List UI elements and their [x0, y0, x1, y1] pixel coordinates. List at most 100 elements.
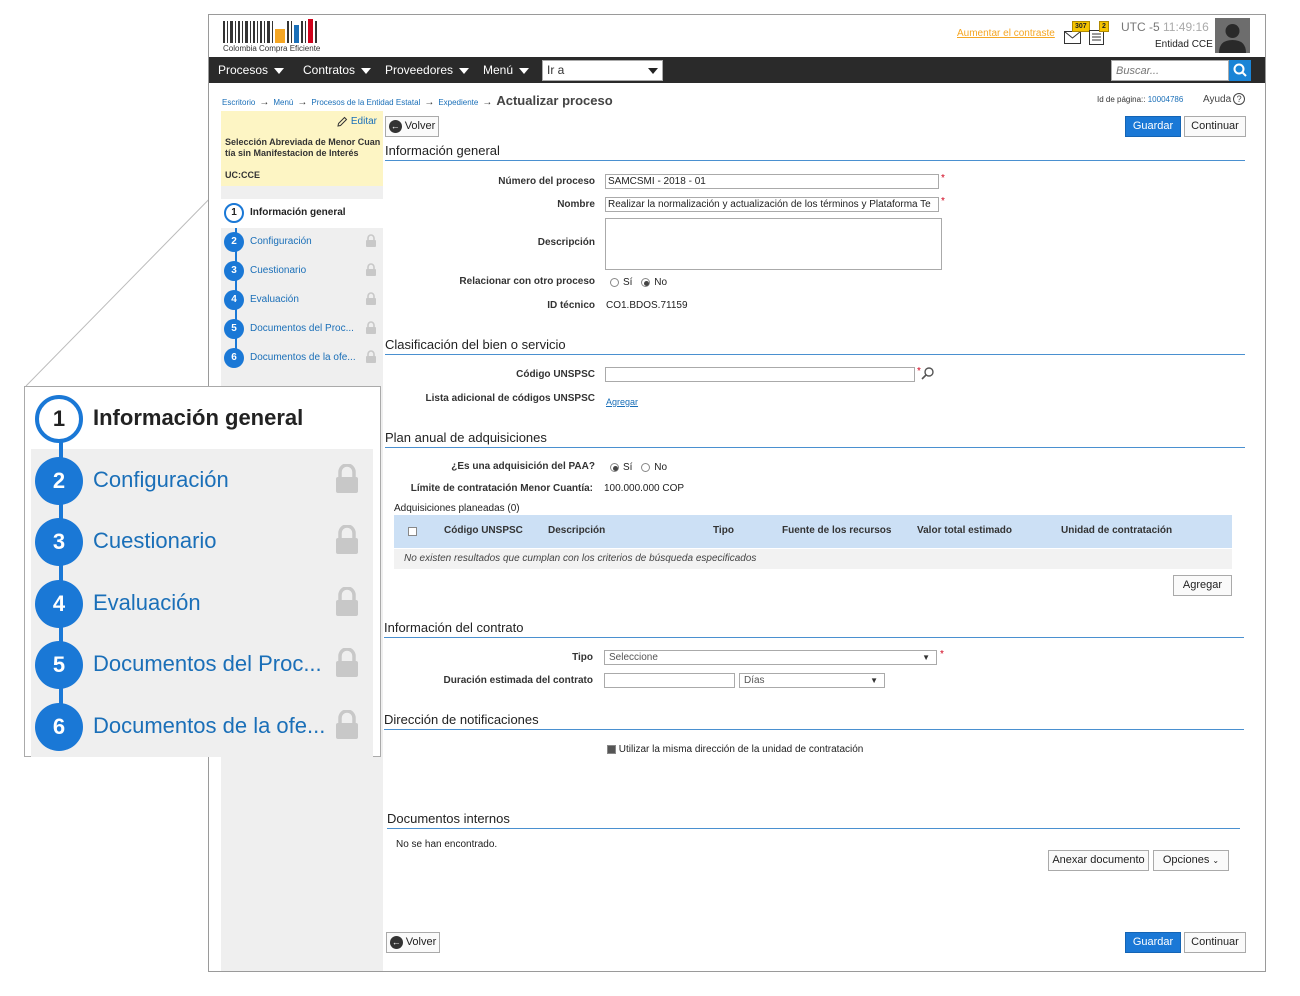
- continue-button-top[interactable]: Continuar: [1184, 116, 1246, 137]
- duration-label: Duración estimada del contrato: [443, 675, 593, 686]
- step-configuracion[interactable]: 2 Configuración: [221, 228, 383, 257]
- zoom-step-cuestionario[interactable]: 3 Cuestionario: [35, 511, 381, 573]
- breadcrumb: Escritorio → Menú → Procesos de la Entidad E…: [222, 93, 613, 108]
- search-input[interactable]: [1111, 60, 1229, 81]
- col-funding-source[interactable]: Fuente de los recursos: [782, 525, 891, 536]
- col-type[interactable]: Tipo: [713, 525, 734, 536]
- back-button-top[interactable]: ← Volver: [385, 116, 439, 137]
- acquisitions-table-header: Código UNSPSC Descripción Tipo Fuente de…: [394, 515, 1232, 548]
- zoom-step-label: Configuración: [93, 467, 229, 492]
- back-button-bottom[interactable]: ← Volver: [386, 932, 440, 953]
- step-label: Información general: [250, 207, 346, 218]
- type-select-value: Seleccione: [609, 652, 658, 663]
- chevron-down-icon: [648, 68, 658, 74]
- step-informacion-general[interactable]: 1 Información general: [221, 199, 383, 228]
- logo-barcode-icon: [223, 19, 317, 43]
- nav-proveedores[interactable]: Proveedores: [385, 57, 470, 83]
- avatar[interactable]: [1215, 18, 1250, 53]
- zoom-step-label: Evaluación: [93, 590, 201, 615]
- zoom-step-configuracion[interactable]: 2 Configuración: [35, 450, 381, 512]
- duration-field[interactable]: [604, 673, 735, 688]
- internal-docs-empty: No se han encontrado.: [396, 839, 498, 850]
- extra-unspsc-label: Lista adicional de códigos UNSPSC: [425, 393, 595, 404]
- chevron-down-icon: ▼: [922, 653, 930, 662]
- help-link[interactable]: Ayuda?: [1203, 93, 1246, 105]
- col-estimated-value[interactable]: Valor total estimado: [917, 525, 1012, 536]
- add-acquisition-button[interactable]: Agregar: [1173, 575, 1232, 596]
- page-id-label: Id de página::: [1097, 95, 1146, 104]
- crumb-menu[interactable]: Menú: [273, 98, 293, 107]
- relate-no-radio[interactable]: [641, 277, 651, 287]
- tasks-notification[interactable]: 2: [1089, 21, 1111, 45]
- same-address-checkbox[interactable]: [607, 744, 616, 754]
- edit-button[interactable]: Editar: [337, 116, 377, 127]
- relate-no-label: No: [654, 277, 668, 288]
- nav-proveedores-label: Proveedores: [385, 63, 454, 77]
- clock: UTC -5 11:49:16: [1121, 20, 1209, 34]
- type-select[interactable]: Seleccione ▼: [604, 650, 937, 665]
- arrow-right-icon: →: [297, 97, 308, 108]
- zoom-step-documentos-proceso[interactable]: 5 Documentos del Proc...: [35, 634, 381, 696]
- save-button-top[interactable]: Guardar: [1125, 116, 1181, 137]
- limit-label: Límite de contratación Menor Cuantía:: [410, 483, 593, 494]
- table-empty-row: No existen resultados que cumplan con lo…: [394, 549, 1232, 569]
- select-all-checkbox[interactable]: [408, 527, 417, 536]
- search-icon: [1233, 63, 1247, 77]
- name-field[interactable]: Realizar la normalización y actualizació…: [605, 197, 939, 212]
- process-type: Selección Abreviada de Menor Cuantía sin…: [225, 137, 381, 158]
- search-button[interactable]: [1229, 60, 1251, 81]
- nav-contratos-label: Contratos: [303, 63, 356, 77]
- lock-icon: [336, 525, 358, 554]
- step-number: 5: [224, 319, 244, 339]
- paa-no-radio[interactable]: [641, 462, 651, 472]
- col-unspsc[interactable]: Código UNSPSC: [444, 525, 523, 536]
- attach-document-button[interactable]: Anexar documento: [1048, 850, 1149, 871]
- options-button[interactable]: Opciones ⌄: [1153, 850, 1229, 871]
- zoom-step-documentos-oferta[interactable]: 6 Documentos de la ofe...: [35, 696, 381, 758]
- crumb-escritorio[interactable]: Escritorio: [222, 98, 255, 107]
- crumb-expediente[interactable]: Expediente: [438, 98, 478, 107]
- zoom-step-informacion-general[interactable]: 1 Información general: [35, 388, 381, 450]
- pencil-icon: [337, 116, 348, 127]
- goto-select[interactable]: Ir a: [542, 60, 663, 81]
- col-description[interactable]: Descripción: [548, 525, 605, 536]
- magnifier-icon[interactable]: [921, 366, 935, 380]
- number-field[interactable]: SAMCSMI - 2018 - 01: [605, 174, 939, 189]
- nav-menu[interactable]: Menú: [483, 57, 530, 83]
- relate-yes-radio[interactable]: [610, 277, 619, 287]
- add-unspsc-link[interactable]: Agregar: [606, 397, 638, 407]
- section-paa-title: Plan anual de adquisiciones: [385, 430, 1245, 448]
- paa-question: ¿Es una adquisición del PAA?: [451, 461, 595, 472]
- crumb-procesos[interactable]: Procesos de la Entidad Estatal: [311, 98, 420, 107]
- zoom-step-number: 1: [35, 395, 83, 443]
- tasks-count-badge: 2: [1099, 21, 1109, 32]
- nav-procesos[interactable]: Procesos: [218, 57, 285, 83]
- mail-notification[interactable]: 307: [1064, 21, 1090, 45]
- description-field[interactable]: [605, 218, 942, 270]
- step-cuestionario[interactable]: 3 Cuestionario: [221, 257, 383, 286]
- unspsc-field[interactable]: [605, 367, 915, 382]
- continue-button-bottom[interactable]: Continuar: [1184, 932, 1246, 953]
- step-documentos-proceso[interactable]: 5 Documentos del Proc...: [221, 315, 383, 344]
- step-evaluacion[interactable]: 4 Evaluación: [221, 286, 383, 315]
- contrast-link[interactable]: Aumentar el contraste: [957, 28, 1055, 39]
- step-number: 4: [224, 290, 244, 310]
- page-id-value[interactable]: 10004786: [1148, 95, 1184, 104]
- duration-unit-select[interactable]: Días ▼: [739, 673, 885, 688]
- save-button-bottom[interactable]: Guardar: [1125, 932, 1181, 953]
- chevron-down-icon: [459, 67, 470, 74]
- paa-yes-radio[interactable]: [610, 462, 619, 472]
- nav-contratos[interactable]: Contratos: [303, 57, 372, 83]
- step-label: Documentos de la ofe...: [250, 352, 356, 363]
- lock-icon: [366, 350, 376, 363]
- mail-count-badge: 307: [1072, 21, 1090, 32]
- logo[interactable]: Colombia Compra Eficiente: [223, 19, 323, 53]
- duration-unit-value: Días: [744, 675, 765, 686]
- relate-label: Relacionar con otro proceso: [459, 276, 595, 287]
- step-number: 1: [224, 203, 244, 223]
- description-label: Descripción: [537, 237, 595, 248]
- step-documentos-oferta[interactable]: 6 Documentos de la ofe...: [221, 344, 383, 373]
- zoom-step-number: 5: [35, 641, 83, 689]
- zoom-step-evaluacion[interactable]: 4 Evaluación: [35, 573, 381, 635]
- col-contracting-unit[interactable]: Unidad de contratación: [1061, 525, 1172, 536]
